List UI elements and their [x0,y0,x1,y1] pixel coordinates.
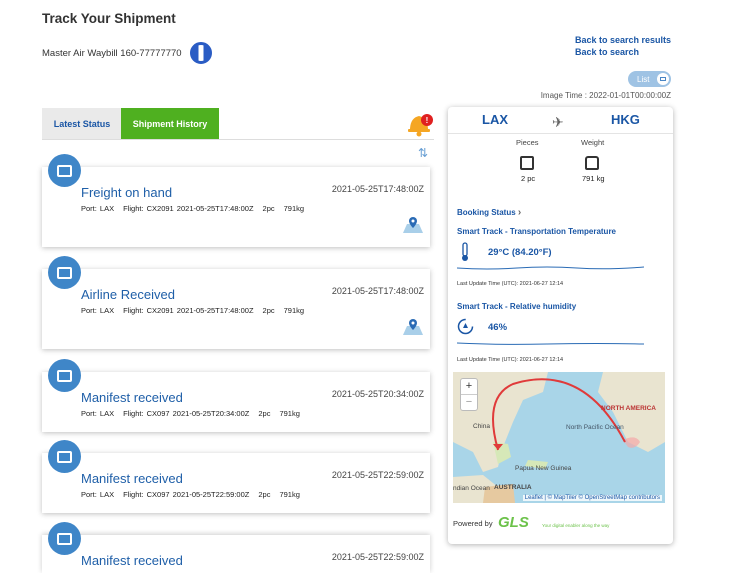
shipment-summary-panel: LAX ✈ HKG Pieces Weight 2 pc 791 kg Book… [448,107,673,544]
weight-label: Weight [581,138,605,147]
back-to-results-link[interactable]: Back to search results [575,34,671,46]
back-to-search-link[interactable]: Back to search [575,46,671,58]
event-weight: 791kg [283,306,305,315]
event-title: Manifest received [81,390,183,405]
manifest-icon [48,359,81,392]
event-meta: Port: LAX Flight: CX2091 2021-05-25T17:48… [81,306,313,315]
humidity-updated: Last Update Time (UTC): 2021-06-27 12:14 [457,357,564,363]
flag-icon [189,42,212,64]
event-meta: Port: LAX Flight: CX2091 2021-05-25T17:48… [81,204,313,213]
tab-shipment-history[interactable]: Shipment History [121,108,219,139]
event-weight: 791kg [279,409,300,418]
sort-icon[interactable]: ⇅ [418,146,428,160]
zoom-out-button[interactable]: − [461,394,477,410]
event-pieces: 2pc [258,409,271,418]
event-title: Airline Received [81,287,175,302]
list-label: List [637,74,650,84]
map-label: ndian Ocean [453,485,490,492]
event-flight: Flight: CX097 2021-05-25T20:34:00Z [123,409,250,418]
map-background [453,372,665,503]
event-port: Port: LAX [81,204,115,213]
humidity-gauge-icon [457,318,474,335]
map-label: NORTH AMERICA [601,405,657,412]
pieces-value: 2 pc [521,174,536,183]
humidity-sparkline [457,342,644,345]
map-attribution[interactable]: Leaflet | © MapTiler © OpenStreetMap con… [522,495,662,501]
event-title: Manifest received [81,471,183,486]
event-card: Manifest received 2021-05-25T22:59:00Z [42,522,430,573]
route-map[interactable]: + − NORTH AMERICA North Pacific Ocean Ch… [453,372,665,503]
event-port: Port: LAX [81,306,115,315]
event-card: Airline Received 2021-05-25T17:48:00Z Po… [42,256,430,349]
temperature-sparkline [457,266,644,270]
map-pin-icon[interactable] [402,318,424,336]
temperature-value: 29°C (84.20°F) [488,247,552,258]
event-pieces: 2pc [262,306,275,315]
origin-port: LAX [482,112,508,127]
event-meta: Port: LAX Flight: CX097 2021-05-25T22:59:… [81,490,309,499]
event-port: Port: LAX [81,490,115,499]
list-icon [657,73,669,85]
svg-text:!: ! [426,116,429,125]
event-flight: Flight: CX2091 2021-05-25T17:48:00Z [123,204,254,213]
event-weight: 791kg [283,204,305,213]
booking-status-label: Booking Status [457,208,516,217]
truck-icon [48,154,81,187]
event-card: Freight on hand 2021-05-25T17:48:00Z Por… [42,154,430,247]
event-port: Port: LAX [81,409,115,418]
event-time: 2021-05-25T22:59:00Z [331,470,424,480]
event-time: 2021-05-25T20:34:00Z [331,389,424,399]
manifest-icon [48,440,81,473]
manifest-icon [48,522,81,555]
pieces-label: Pieces [516,138,539,147]
package-icon [520,156,534,170]
gls-logo: GLS [498,514,529,531]
map-label: China [473,423,490,430]
destination-port: HKG [611,112,640,127]
event-time: 2021-05-25T17:48:00Z [331,286,424,296]
event-meta: Port: LAX Flight: CX097 2021-05-25T20:34:… [81,409,309,418]
awb-row: Master Air Waybill 160-77777770 [42,42,212,64]
awb-label: Master Air Waybill 160-77777770 [42,47,182,59]
humidity-title: Smart Track - Relative humidity [457,302,577,311]
divider [448,133,673,134]
weight-icon [585,156,599,170]
map-label: North Pacific Ocean [566,424,624,431]
zoom-controls: + − [460,378,478,411]
map-label: AUSTRALIA [494,484,532,491]
chevron-right-icon: › [517,207,522,218]
top-links: Back to search results Back to search [575,34,671,58]
event-pieces: 2pc [258,490,271,499]
event-title: Freight on hand [81,185,173,200]
event-flight: Flight: CX2091 2021-05-25T17:48:00Z [123,306,254,315]
event-time: 2021-05-25T17:48:00Z [331,184,424,194]
tab-divider [42,139,434,140]
page-title: Track Your Shipment [42,11,176,26]
map-label: Papua New Guinea [515,465,572,472]
weight-value: 791 kg [582,174,605,183]
powered-by-label: Powered by [453,519,493,528]
temperature-updated: Last Update Time (UTC): 2021-06-27 12:14 [457,281,564,287]
event-pieces: 2pc [262,204,275,213]
person-box-icon [48,256,81,289]
zoom-in-button[interactable]: + [461,379,477,394]
plane-icon: ✈ [552,114,564,130]
map-pin-icon[interactable] [402,216,424,234]
humidity-value: 46% [488,322,508,333]
booking-status-link[interactable]: Booking Status › [457,207,521,218]
thermometer-icon [462,242,468,261]
tab-latest-status[interactable]: Latest Status [42,108,122,139]
bell-alert-icon[interactable]: ! [405,108,433,138]
event-time: 2021-05-25T22:59:00Z [331,552,424,562]
event-card: Manifest received 2021-05-25T20:34:00Z P… [42,359,430,432]
event-title: Manifest received [81,553,183,568]
event-weight: 791kg [279,490,300,499]
list-toggle-button[interactable]: List [628,71,671,87]
image-time: Image Time : 2022-01-01T00:00:00Z [540,91,671,100]
temperature-title: Smart Track - Transportation Temperature [457,227,617,236]
event-flight: Flight: CX097 2021-05-25T22:59:00Z [123,490,250,499]
event-card: Manifest received 2021-05-25T22:59:00Z P… [42,440,430,513]
gls-tagline: Your digital enabler along the way [542,523,610,528]
